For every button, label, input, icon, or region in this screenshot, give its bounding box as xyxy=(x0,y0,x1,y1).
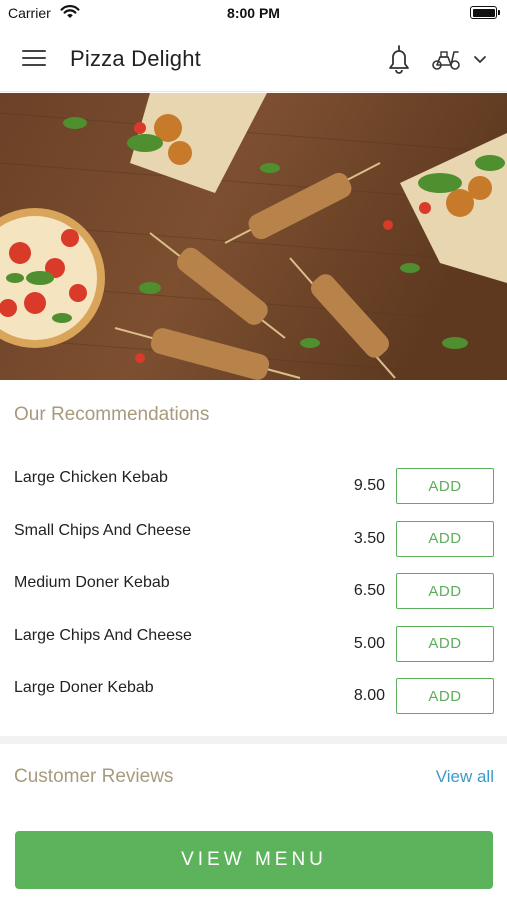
view-all-link[interactable]: View all xyxy=(436,767,494,787)
reviews-title: Customer Reviews xyxy=(14,766,174,787)
list-item: Large Chips And Cheese 5.00 ADD xyxy=(0,613,507,666)
add-button[interactable]: ADD xyxy=(396,625,494,662)
item-price: 8.00 xyxy=(353,687,385,704)
list-item: Large Chicken Kebab 9.50 ADD xyxy=(0,455,507,508)
view-menu-button[interactable]: VIEW MENU xyxy=(15,831,493,889)
status-bar: Carrier 8:00 PM xyxy=(0,0,507,26)
item-name: Large Chips And Cheese xyxy=(14,626,192,644)
item-name: Small Chips And Cheese xyxy=(14,521,191,539)
add-button[interactable]: ADD xyxy=(396,468,494,504)
food-photo xyxy=(0,93,507,380)
item-name: Large Chicken Kebab xyxy=(14,469,168,486)
battery-icon xyxy=(470,6,500,19)
hero-food-image xyxy=(0,93,507,380)
list-item: Large Doner Kebab 8.00 ADD xyxy=(0,665,507,718)
item-price: 5.00 xyxy=(353,634,385,652)
section-divider xyxy=(0,736,507,744)
page-title: Pizza Delight xyxy=(70,46,201,71)
bell-icon[interactable] xyxy=(384,43,414,75)
item-price: 3.50 xyxy=(353,529,385,547)
hamburger-menu-icon[interactable] xyxy=(22,50,46,68)
add-button[interactable]: ADD xyxy=(396,678,494,714)
chevron-down-icon[interactable] xyxy=(472,53,488,65)
top-nav-bar: Pizza Delight xyxy=(0,26,507,92)
scooter-icon[interactable] xyxy=(430,46,462,72)
item-name: Large Doner Kebab xyxy=(14,679,154,696)
list-item: Medium Doner Kebab 6.50 ADD xyxy=(0,560,507,613)
list-item: Small Chips And Cheese 3.50 ADD xyxy=(0,508,507,561)
add-button[interactable]: ADD xyxy=(396,573,494,609)
item-name: Medium Doner Kebab xyxy=(14,574,170,591)
add-button[interactable]: ADD xyxy=(396,520,494,557)
recommendations-list: Large Chicken Kebab 9.50 ADD Small Chips… xyxy=(0,455,507,718)
item-price: 9.50 xyxy=(353,477,385,494)
item-price: 6.50 xyxy=(353,582,385,599)
clock: 8:00 PM xyxy=(227,5,280,21)
recommendations-title: Our Recommendations xyxy=(14,404,210,425)
